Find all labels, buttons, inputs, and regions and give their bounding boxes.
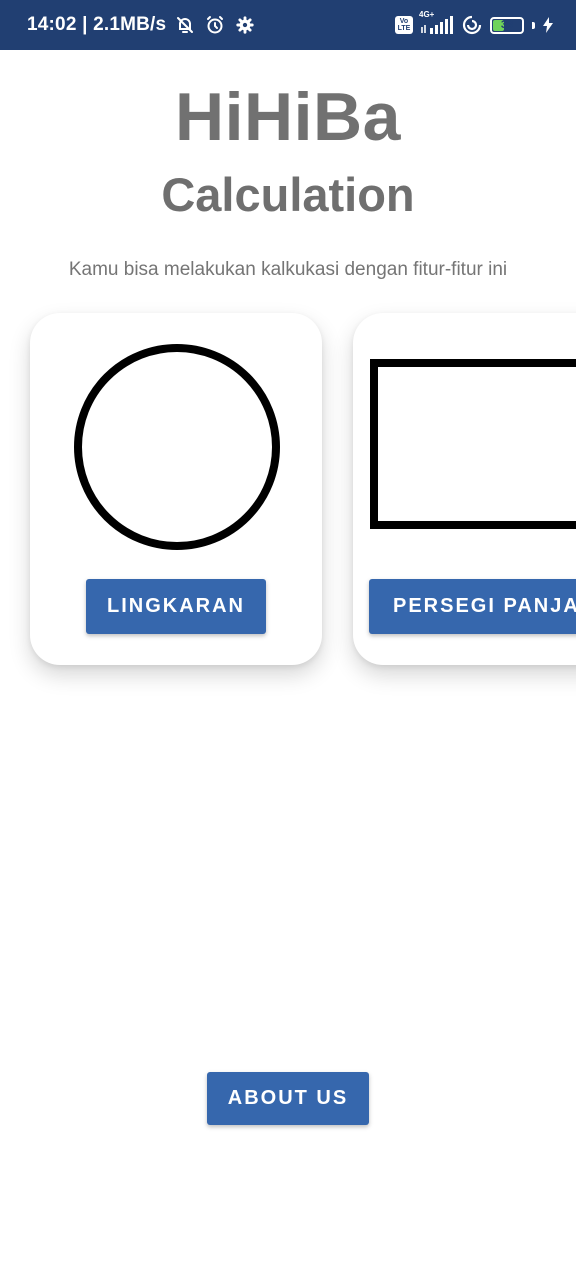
app-title: HiHiBa <box>175 79 401 155</box>
app-subtitle: Calculation <box>161 168 415 221</box>
rectangle-shape-icon <box>370 359 576 529</box>
battery-cap <box>532 21 535 29</box>
circle-shape-icon <box>74 344 280 550</box>
app-description: Kamu bisa melakukan kalkukasi dengan fit… <box>68 259 508 280</box>
status-left: 14:02 | 2.1MB/s <box>27 14 256 36</box>
about-us-button[interactable]: ABOUT US <box>207 1072 369 1125</box>
volte-line2: LTE <box>397 25 411 32</box>
volte-line1: Vo <box>399 18 409 25</box>
status-right: Vo LTE 4G+ 39 <box>395 10 554 36</box>
rectangle-feature-card: PERSEGI PANJANG <box>353 313 576 665</box>
bell-off-icon <box>174 14 196 36</box>
lingkaran-button[interactable]: LINGKARAN <box>86 579 266 634</box>
alarm-clock-icon <box>204 14 226 36</box>
settings-gear-icon <box>234 14 256 36</box>
charging-icon <box>542 14 554 36</box>
status-bar: 14:02 | 2.1MB/s Vo LTE 4G+ 39 <box>0 0 576 50</box>
circle-feature-card: LINGKARAN <box>30 313 322 665</box>
network-signal-icon: 4G+ <box>419 10 454 34</box>
battery-icon: 39 <box>490 16 524 34</box>
persegi-panjang-button[interactable]: PERSEGI PANJANG <box>369 579 576 634</box>
volte-icon: Vo LTE <box>395 16 413 34</box>
battery-level: 39 <box>500 19 514 31</box>
screen: 14:02 | 2.1MB/s Vo LTE 4G+ 39 HiHiBa Cal… <box>0 0 576 1280</box>
network-type-label: 4G+ <box>419 10 435 19</box>
status-time-speed: 14:02 | 2.1MB/s <box>27 14 167 35</box>
data-saver-icon <box>461 14 483 36</box>
